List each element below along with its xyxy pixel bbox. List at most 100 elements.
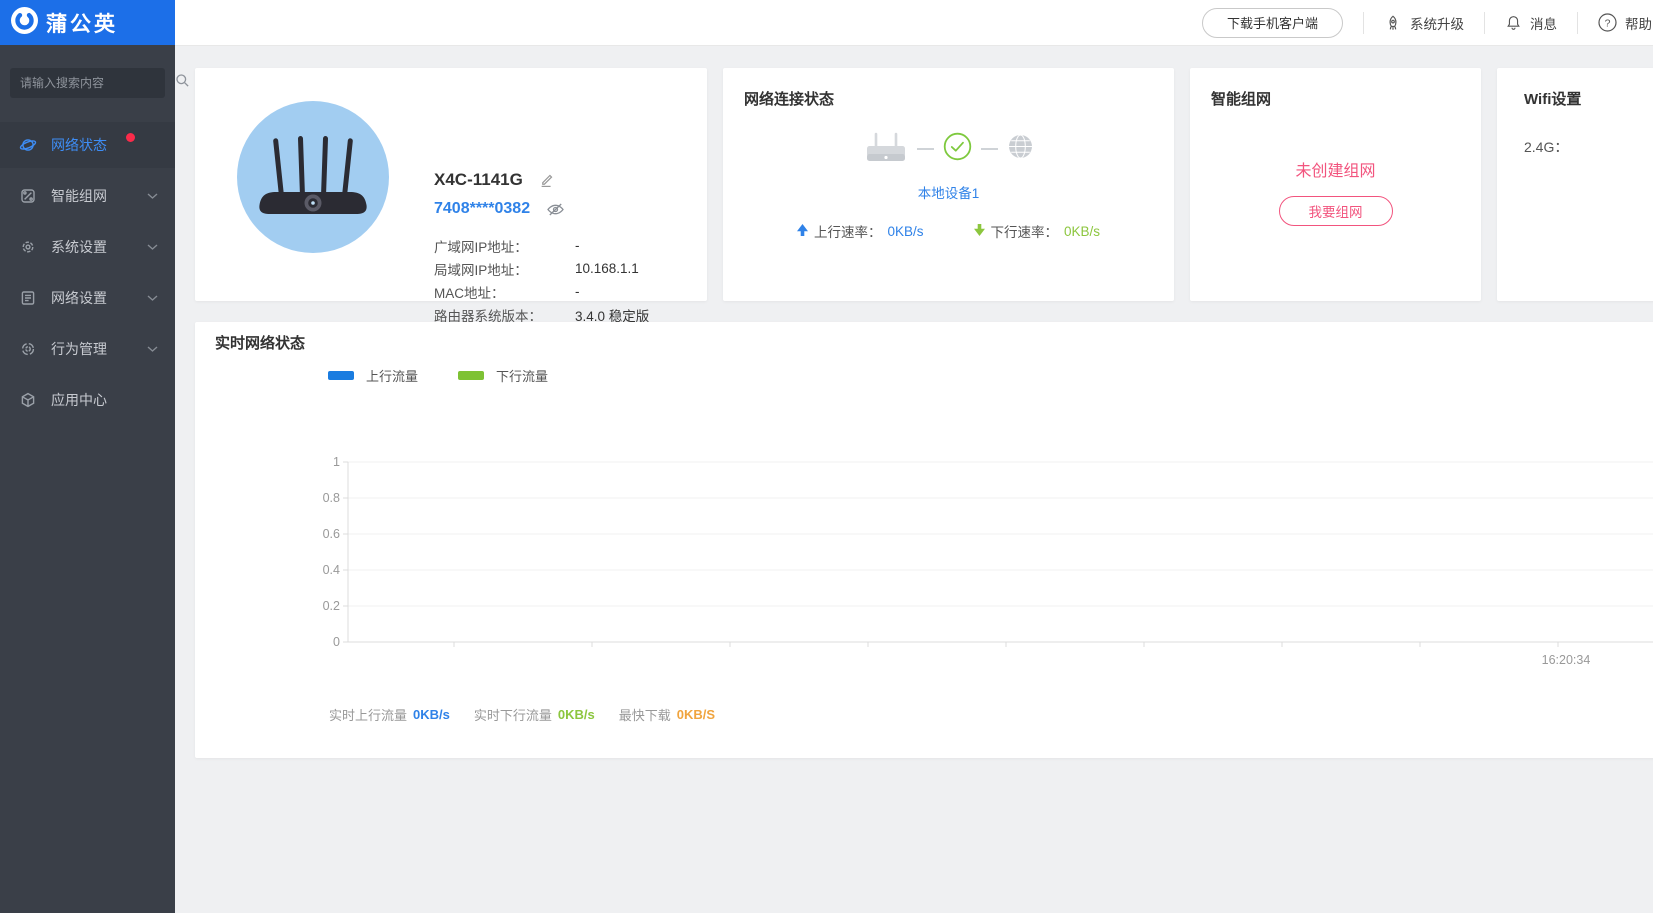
chevron-down-icon (147, 193, 158, 200)
help-label: 帮助 (1625, 13, 1652, 33)
detail-label: 局域网IP地址： (434, 259, 575, 279)
globe-icon (1007, 133, 1034, 165)
header-divider (1363, 12, 1364, 34)
detail-value: - (575, 238, 580, 253)
sidebar-item-label: 应用中心 (51, 390, 107, 410)
document-icon (19, 289, 37, 307)
stat-fastest: 最快下载 0KB/S (619, 705, 715, 724)
device-sn: 7408****0382 (434, 200, 530, 218)
device-detail-row: MAC地址： - (434, 280, 649, 303)
device-detail-row: 局域网IP地址： 10.168.1.1 (434, 257, 649, 280)
messages-button[interactable]: 消息 (1505, 13, 1557, 33)
system-upgrade-button[interactable]: 系统升级 (1384, 13, 1464, 33)
search-icon[interactable] (175, 73, 190, 93)
smart-mesh-card: 智能组网 未创建组网 我要组网 (1190, 68, 1481, 301)
notification-dot (126, 133, 135, 142)
mesh-network-icon (19, 187, 37, 205)
svg-text:?: ? (1605, 17, 1611, 29)
gear-icon (19, 238, 37, 256)
chevron-down-icon (147, 295, 158, 302)
edit-icon[interactable] (539, 172, 555, 188)
chevron-down-icon (147, 346, 158, 353)
y-tick-label: 1 (333, 455, 340, 469)
y-tick-label: 0 (333, 635, 340, 649)
stat-value: 0KB/S (677, 707, 715, 722)
local-device-link[interactable]: 本地设备1 (723, 182, 1174, 202)
header-actions: 下载手机客户端 系统升级 (1202, 0, 1652, 45)
device-detail-list: 广域网IP地址： - 局域网IP地址： 10.168.1.1 MAC地址： - … (434, 234, 649, 326)
stat-download: 实时下行流量 0KB/s (474, 705, 595, 724)
sidebar-item-system-settings[interactable]: 系统设置 (0, 224, 175, 270)
router-image (252, 128, 374, 226)
legend-label: 下行流量 (496, 366, 548, 385)
detail-value: 10.168.1.1 (575, 261, 639, 276)
realtime-network-card: 实时网络状态 上行流量 下行流量 (195, 322, 1653, 758)
y-tick-label: 0.2 (323, 599, 340, 613)
device-sn-row: 7408****0382 (434, 200, 565, 218)
download-rate-label: 下行速率： (991, 221, 1059, 241)
card-title: Wifi设置 (1524, 88, 1581, 109)
search-input[interactable] (20, 76, 175, 90)
sidebar-item-network-settings[interactable]: 网络设置 (0, 275, 175, 321)
sidebar-menu: 网络状态 智能组网 系统设置 (0, 122, 175, 423)
chevron-down-icon (147, 244, 158, 251)
system-upgrade-label: 系统升级 (1410, 13, 1464, 33)
stat-value: 0KB/s (413, 707, 450, 722)
sidebar-search (10, 68, 165, 98)
eye-off-icon[interactable] (546, 201, 565, 218)
router-admin-page: 下载手机客户端 系统升级 (0, 0, 1653, 913)
connector-line (981, 148, 998, 150)
upload-rate-value: 0KB/s (887, 224, 923, 239)
stat-value: 0KB/s (558, 707, 595, 722)
y-tick-label: 0.4 (323, 563, 340, 577)
wifi-settings-card: Wifi设置 2.4G： (1497, 68, 1653, 301)
sidebar-item-app-center[interactable]: 应用中心 (0, 377, 175, 423)
create-mesh-button[interactable]: 我要组网 (1279, 196, 1393, 226)
connection-status-card: 网络连接状态 (723, 68, 1174, 301)
mesh-status-text: 未创建组网 (1190, 157, 1481, 181)
sidebar-item-behavior-management[interactable]: 行为管理 (0, 326, 175, 372)
card-title: 实时网络状态 (215, 332, 305, 353)
arrow-up-icon (797, 224, 808, 239)
detail-label: 广域网IP地址： (434, 236, 575, 256)
brand-logo[interactable]: 蒲公英 (0, 0, 175, 45)
bell-icon (1505, 14, 1522, 31)
card-title: 网络连接状态 (744, 88, 834, 109)
device-model: X4C-1141G (434, 170, 523, 190)
sidebar-item-network-status[interactable]: 网络状态 (0, 122, 175, 168)
help-button[interactable]: ? 帮助 (1598, 13, 1652, 33)
y-tick-label: 0.6 (323, 527, 340, 541)
rocket-icon (1384, 14, 1402, 32)
stat-upload: 实时上行流量 0KB/s (329, 705, 450, 724)
legend-item-download[interactable]: 下行流量 (458, 366, 548, 385)
messages-label: 消息 (1530, 13, 1557, 33)
chart-legend: 上行流量 下行流量 (328, 366, 548, 385)
detail-value: - (575, 284, 580, 299)
header-divider (1577, 12, 1578, 34)
header-divider (1484, 12, 1485, 34)
device-info-card: X4C-1141G 7408****0382 广域网IP地址： - (195, 68, 707, 301)
legend-label: 上行流量 (366, 366, 418, 385)
cube-icon (19, 391, 37, 409)
sidebar-item-label: 网络状态 (51, 135, 107, 155)
brand-name: 蒲公英 (46, 8, 118, 38)
sidebar-item-label: 网络设置 (51, 288, 107, 308)
download-rate: 下行速率： 0KB/s (974, 221, 1101, 241)
sidebar-item-smart-mesh[interactable]: 智能组网 (0, 173, 175, 219)
dandelion-logo-icon (11, 7, 38, 39)
stat-label: 实时下行流量 (474, 705, 552, 724)
legend-item-upload[interactable]: 上行流量 (328, 366, 418, 385)
legend-swatch-blue (328, 371, 354, 380)
card-title: 智能组网 (1211, 88, 1271, 109)
connector-line (917, 148, 934, 150)
download-mobile-client-button[interactable]: 下载手机客户端 (1202, 8, 1343, 38)
legend-swatch-green (458, 371, 484, 380)
sidebar-item-label: 智能组网 (51, 186, 107, 206)
traffic-chart: 1 0.8 0.6 0.4 0.2 0 16:20:34 (313, 442, 1653, 702)
device-detail-row: 广域网IP地址： - (434, 234, 649, 257)
rates-row: 上行速率： 0KB/s 下行速率： 0KB/s (723, 221, 1174, 241)
upload-rate-label: 上行速率： (814, 221, 882, 241)
y-tick-label: 0.8 (323, 491, 340, 505)
sidebar-item-label: 行为管理 (51, 339, 107, 359)
router-device-icon (864, 128, 908, 169)
